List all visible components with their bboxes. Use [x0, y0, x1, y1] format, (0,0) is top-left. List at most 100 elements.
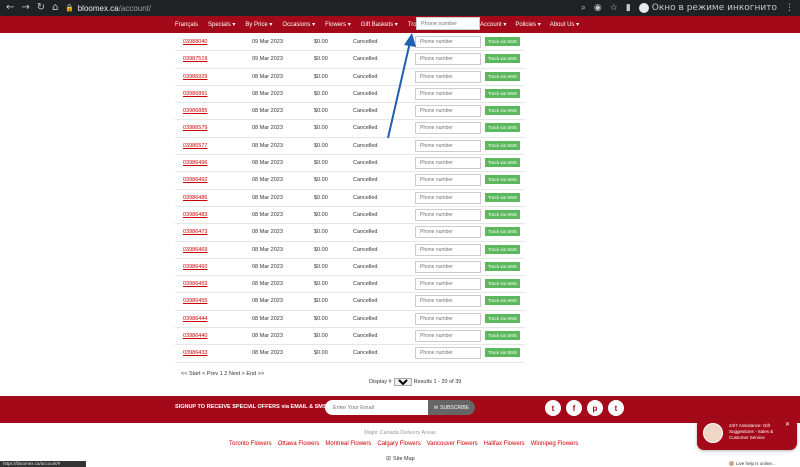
phone-input[interactable] — [415, 139, 481, 152]
phone-input[interactable] — [415, 122, 481, 135]
home-icon[interactable]: ⌂ — [52, 3, 58, 13]
order-number-link[interactable]: 03986496 — [183, 160, 207, 166]
nav-item-francais[interactable]: Français — [175, 22, 198, 28]
menu-icon[interactable]: ⋮ — [785, 3, 794, 13]
subscribe-button[interactable]: ✉ SUBSCRIBE — [428, 400, 475, 415]
order-number-link[interactable]: 03986486 — [183, 195, 207, 201]
track-sms-button[interactable]: Track via SMS — [485, 348, 520, 358]
order-number-link[interactable]: 03986469 — [183, 247, 207, 253]
order-number-link[interactable]: 03986433 — [183, 350, 207, 356]
track-sms-button[interactable]: Track via SMS — [485, 331, 520, 341]
phone-input[interactable] — [415, 105, 481, 118]
phone-input[interactable] — [415, 87, 481, 100]
live-help-bar[interactable]: Live help is online... — [727, 459, 800, 467]
track-sms-button[interactable]: Track via SMS — [485, 279, 520, 289]
nav-item-flowers[interactable]: Flowers ▾ — [325, 21, 351, 28]
phone-input[interactable] — [415, 330, 481, 343]
track-sms-button[interactable]: Track via SMS — [485, 192, 520, 202]
area-link-vancouver[interactable]: Vancouver Flowers — [427, 441, 478, 447]
incognito-badge[interactable]: Окно в режиме инкогнито — [638, 3, 777, 13]
phone-input[interactable] — [415, 157, 481, 170]
order-number-link[interactable]: 03986577 — [183, 143, 207, 149]
track-sms-button[interactable]: Track via SMS — [485, 54, 520, 64]
order-number-link[interactable]: 03986891 — [183, 91, 207, 97]
nav-item-by-price[interactable]: By Price ▾ — [245, 21, 272, 28]
track-sms-button[interactable]: Track via SMS — [485, 227, 520, 237]
nav-item-specials[interactable]: Specials ▾ — [208, 21, 235, 28]
nav-phone-input[interactable] — [416, 17, 480, 30]
track-sms-button[interactable]: Track via SMS — [485, 123, 520, 133]
area-link-calgary[interactable]: Calgary Flowers — [377, 441, 420, 447]
phone-input[interactable] — [415, 174, 481, 187]
phone-input[interactable] — [415, 70, 481, 83]
order-number-link[interactable]: 03986579 — [183, 125, 207, 131]
area-link-ottawa[interactable]: Ottawa Flowers — [278, 441, 320, 447]
twitter-icon[interactable]: t — [545, 400, 561, 416]
order-number-link[interactable]: 03986885 — [183, 108, 207, 114]
order-number-link[interactable]: 03986483 — [183, 212, 207, 218]
area-link-winnipeg[interactable]: Winnipeg Flowers — [531, 441, 579, 447]
track-sms-button[interactable]: Track via SMS — [485, 140, 520, 150]
pagination-links[interactable]: << Start < Prev 1 2 Next > End >> — [181, 371, 264, 377]
order-number-link[interactable]: 03986459 — [183, 281, 207, 287]
table-row: 03988040 09 Mar 2023 $0.00 Cancelled Track v… — [175, 34, 525, 52]
phone-input[interactable] — [415, 312, 481, 325]
phone-input[interactable] — [415, 208, 481, 221]
order-number-link[interactable]: 03986492 — [183, 177, 207, 183]
phone-input[interactable] — [415, 347, 481, 360]
nav-item-about-us[interactable]: About Us ▾ — [550, 21, 579, 28]
track-sms-button[interactable]: Track via SMS — [485, 261, 520, 271]
chat-widget[interactable]: 24/7 Assistance: Gift Suggestions - Sale… — [697, 418, 797, 450]
reload-icon[interactable]: ↻ — [37, 3, 45, 13]
track-sms-button[interactable]: Track via SMS — [485, 88, 520, 98]
forward-icon[interactable]: → — [21, 3, 29, 13]
track-sms-button[interactable]: Track via SMS — [485, 244, 520, 254]
track-sms-button[interactable]: Track via SMS — [485, 313, 520, 323]
back-icon[interactable]: ← — [6, 3, 14, 13]
order-date: 08 Mar 2023 — [252, 194, 283, 201]
phone-input[interactable] — [415, 243, 481, 256]
sitemap-link[interactable]: ⊞ Site Map — [386, 455, 415, 463]
track-sms-button[interactable]: Track via SMS — [485, 209, 520, 219]
order-number-link[interactable]: 03986444 — [183, 316, 207, 322]
phone-input[interactable] — [415, 295, 481, 308]
close-icon[interactable]: ✕ — [785, 421, 790, 428]
phone-input[interactable] — [415, 260, 481, 273]
star-icon[interactable]: ☆ — [610, 3, 618, 13]
display-select[interactable]: 20 — [393, 378, 412, 386]
phone-input[interactable] — [415, 278, 481, 291]
sidepanel-icon[interactable]: ▮ — [626, 3, 631, 13]
nav-item-policies[interactable]: Policies ▾ — [515, 21, 540, 28]
twitter-icon[interactable]: t — [608, 400, 624, 416]
pinterest-icon[interactable]: p — [587, 400, 603, 416]
phone-input[interactable] — [415, 53, 481, 66]
search-icon[interactable]: ⌕ — [581, 3, 586, 13]
order-number-link[interactable]: 03986455 — [183, 298, 207, 304]
order-number-link[interactable]: 03986460 — [183, 264, 207, 270]
nav-item-account[interactable]: Account ▾ — [480, 21, 506, 28]
nav-item-gift-baskets[interactable]: Gift Baskets ▾ — [361, 21, 398, 28]
order-number-link[interactable]: 03986440 — [183, 333, 207, 339]
area-link-halifax[interactable]: Halifax Flowers — [484, 441, 525, 447]
phone-input[interactable] — [415, 191, 481, 204]
order-number-link[interactable]: 03988040 — [183, 39, 207, 45]
order-date: 08 Mar 2023 — [252, 73, 283, 80]
track-sms-button[interactable]: Track via SMS — [485, 175, 520, 185]
order-number-link[interactable]: 03986473 — [183, 229, 207, 235]
track-sms-button[interactable]: Track via SMS — [485, 158, 520, 168]
area-link-toronto[interactable]: Toronto Flowers — [229, 441, 272, 447]
address-bar[interactable]: 🔒 bloomex.ca /account/ — [65, 2, 605, 14]
track-sms-button[interactable]: Track via SMS — [485, 106, 520, 116]
eye-off-icon[interactable]: ◉ — [594, 3, 602, 13]
facebook-icon[interactable]: f — [566, 400, 582, 416]
track-sms-button[interactable]: Track via SMS — [485, 296, 520, 306]
order-number-link[interactable]: 03986929 — [183, 74, 207, 80]
phone-input[interactable] — [415, 226, 481, 239]
nav-item-occasions[interactable]: Occasions ▾ — [282, 21, 315, 28]
email-input[interactable] — [325, 400, 428, 415]
track-sms-button[interactable]: Track via SMS — [485, 37, 520, 46]
area-link-montreal[interactable]: Montreal Flowers — [325, 441, 371, 447]
order-number-link[interactable]: 03987519 — [183, 56, 207, 62]
phone-input[interactable] — [415, 36, 481, 48]
track-sms-button[interactable]: Track via SMS — [485, 71, 520, 81]
